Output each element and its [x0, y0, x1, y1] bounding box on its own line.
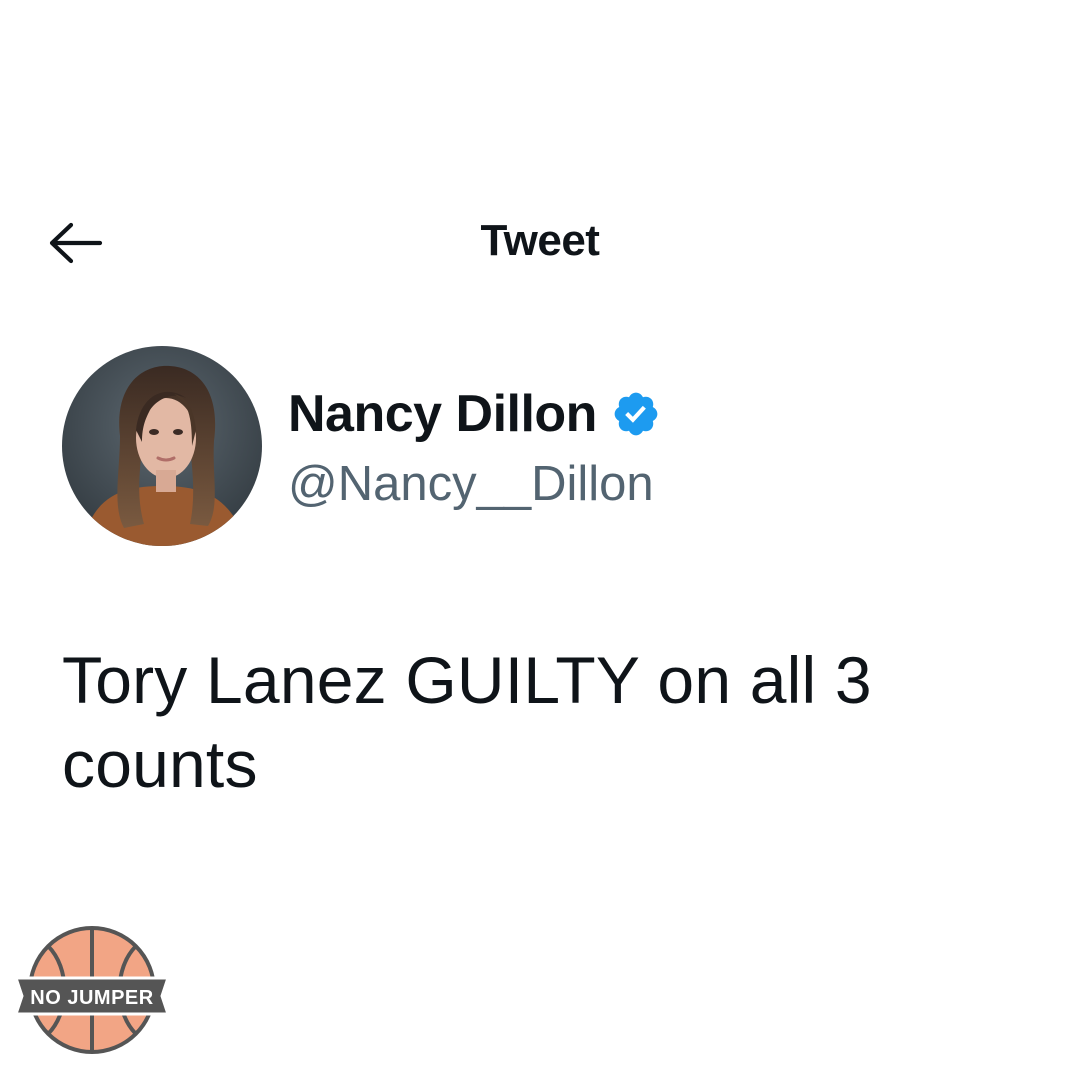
no-jumper-logo: NO JUMPER [13, 924, 171, 1056]
top-bar: Tweet [0, 200, 1080, 284]
avatar-photo [62, 346, 262, 546]
display-name-row[interactable]: Nancy Dillon [288, 384, 661, 444]
user-handle[interactable]: @Nancy__Dillon [288, 454, 654, 514]
display-name: Nancy Dillon [288, 385, 597, 443]
back-button[interactable] [40, 218, 112, 268]
tweet-text: Tory Lanez GUILTY on all 3 counts [62, 643, 872, 801]
tweet-author: Nancy Dillon @Nancy__Dillon [62, 346, 962, 548]
verified-badge-icon [614, 392, 658, 436]
page-title: Tweet [480, 216, 600, 265]
arrow-left-icon [49, 222, 103, 264]
basketball-logo: NO JUMPER [13, 926, 171, 1054]
watermark-text: NO JUMPER [30, 987, 153, 1009]
avatar[interactable] [62, 346, 262, 546]
